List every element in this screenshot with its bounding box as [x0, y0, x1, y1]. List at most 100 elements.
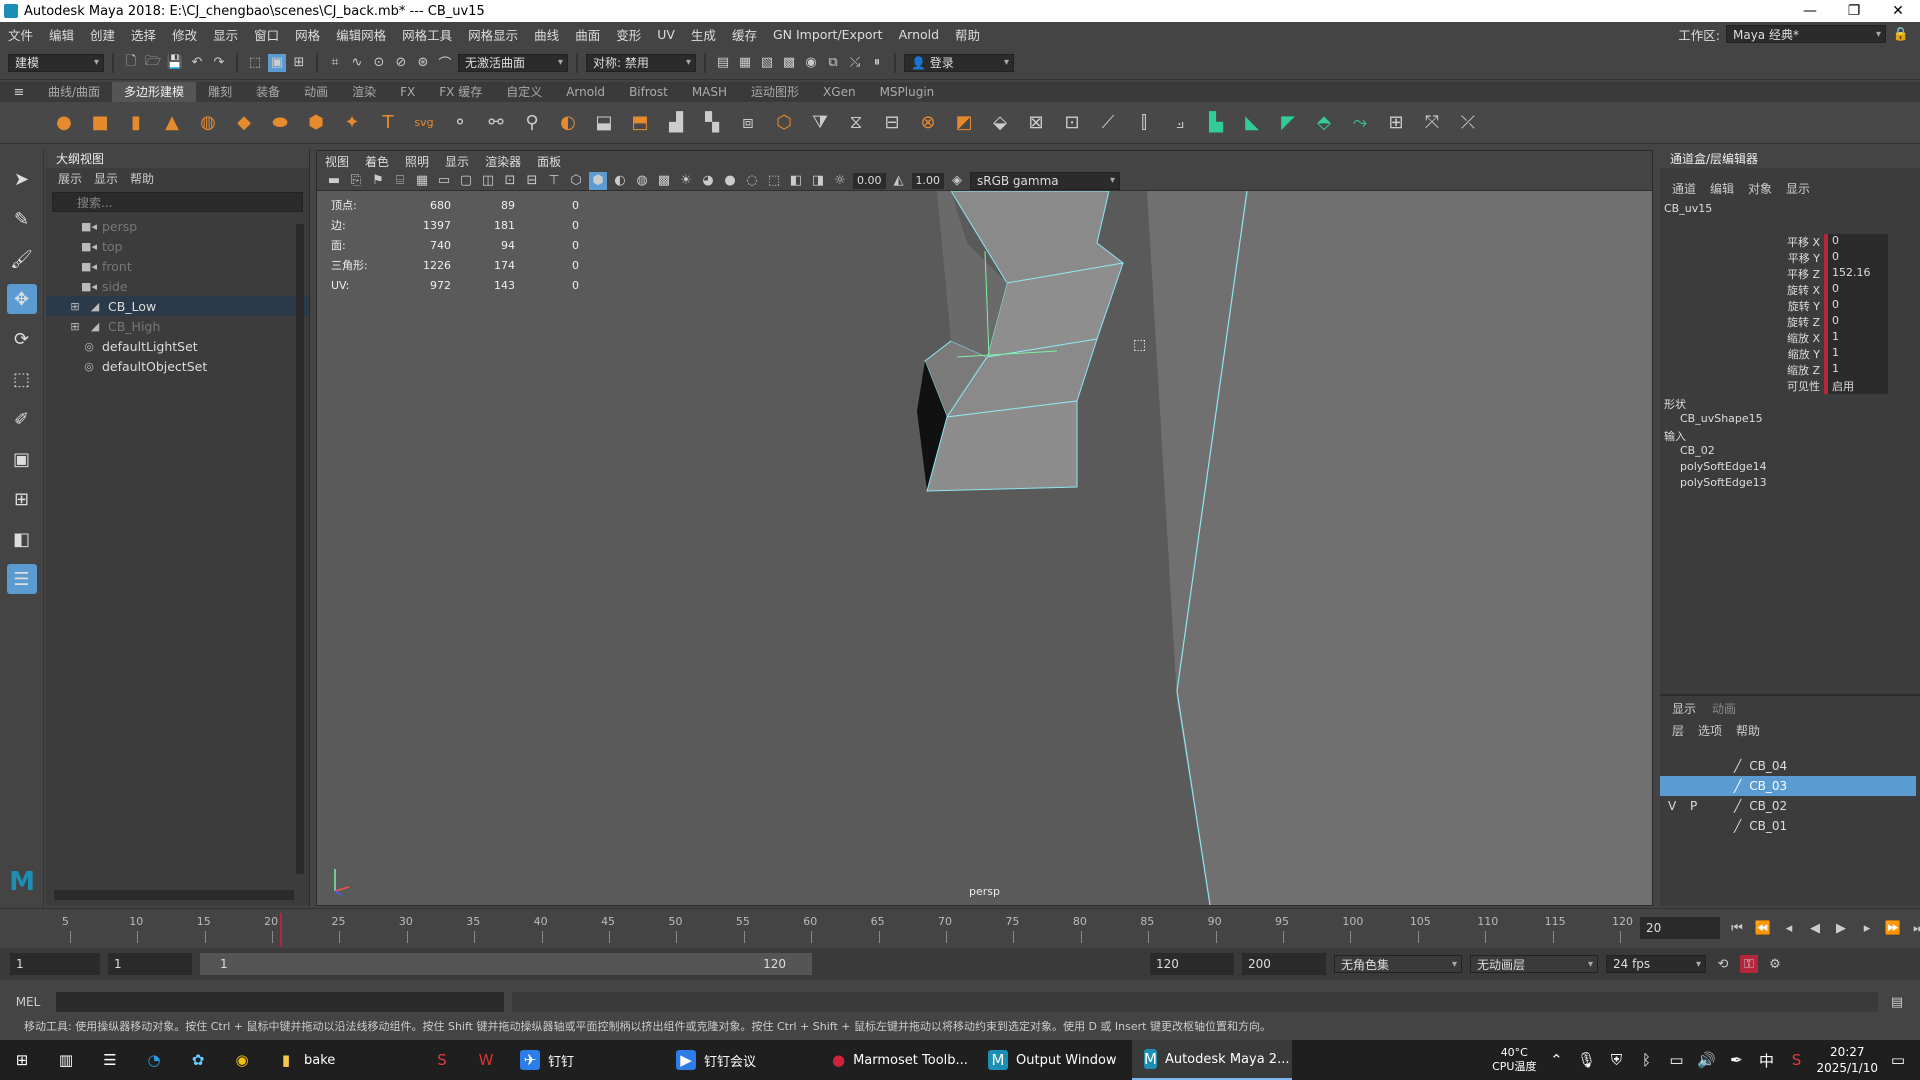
cb-menu-show[interactable]: 显示: [1786, 180, 1810, 197]
step-back-frame-icon[interactable]: ◂: [1780, 919, 1798, 937]
taskbar-task-s-app[interactable]: S: [420, 1040, 464, 1080]
menu-edit[interactable]: 编辑: [41, 25, 82, 44]
attr-translate-x[interactable]: 平移 X0: [1778, 234, 1888, 250]
separate-icon[interactable]: ⚲: [518, 109, 546, 137]
mel-input[interactable]: [56, 992, 504, 1012]
xray-joints-icon[interactable]: ◨: [809, 172, 827, 190]
camera-attr-icon[interactable]: ⎘: [347, 172, 365, 190]
select-object-icon[interactable]: ▣: [268, 53, 286, 72]
animation-end-field[interactable]: 200: [1242, 953, 1326, 975]
snap-grid-icon[interactable]: ⌗: [326, 54, 344, 72]
menu-edit-mesh[interactable]: 编辑网格: [328, 25, 394, 44]
vp-menu-view[interactable]: 视图: [325, 153, 349, 170]
shelf-options-icon[interactable]: ≡: [10, 83, 28, 101]
vp-menu-shading[interactable]: 着色: [365, 153, 389, 170]
outliner-item-cb-high[interactable]: ⊞ ◢ CB_High: [46, 316, 309, 336]
attr-scale-z[interactable]: 缩放 Z1: [1778, 362, 1888, 378]
attr-rotate-x[interactable]: 旋转 X0: [1778, 282, 1888, 298]
ipr-render-icon[interactable]: ▧: [758, 54, 776, 72]
cb-input-item[interactable]: polySoftEdge13: [1680, 476, 1767, 489]
viewport-persp[interactable]: 视图 着色 照明 显示 渲染器 面板 ▬ ⎘ ⚑ ⌸ ▦ ▭ ▢ ◫ ⊡ ⊟ ⊤…: [316, 150, 1653, 906]
field-chart-icon[interactable]: ⊡: [501, 172, 519, 190]
motion-blur-icon[interactable]: ◌: [743, 172, 761, 190]
exposure-field[interactable]: 0.00: [853, 172, 886, 189]
layer-edit-icon[interactable]: ╱: [1734, 779, 1741, 793]
bridge-icon[interactable]: ⬒: [626, 109, 654, 137]
redo-icon[interactable]: ↷: [210, 54, 228, 72]
undo-icon[interactable]: ↶: [188, 54, 206, 72]
smooth-icon[interactable]: ◐: [554, 109, 582, 137]
layer-row-cb02[interactable]: V P ╱ CB_02: [1660, 796, 1916, 816]
taskbar-edge-button[interactable]: ◔: [132, 1040, 176, 1080]
network-icon[interactable]: ▭: [1666, 1050, 1686, 1070]
taskbar-photos-button[interactable]: ✿: [176, 1040, 220, 1080]
append-icon[interactable]: ⧈: [734, 109, 762, 137]
attr-translate-z[interactable]: 平移 Z 152.16: [1778, 266, 1888, 282]
attr-rotate-z[interactable]: 旋转 Z0: [1778, 314, 1888, 330]
menu-display[interactable]: 显示: [205, 25, 246, 44]
persp-outliner-layout-icon[interactable]: ◧: [7, 524, 37, 554]
live-surface-field[interactable]: 无激活曲面: [458, 53, 568, 72]
snap-magnet-icon[interactable]: ⌒: [436, 54, 454, 72]
cb-menu-channels[interactable]: 通道: [1672, 180, 1696, 197]
isolate-select-icon[interactable]: ⬚: [765, 172, 783, 190]
loop-icon[interactable]: ⟲: [1714, 955, 1732, 973]
uv-checker-icon[interactable]: ⊞: [1382, 109, 1410, 137]
lasso-tool-icon[interactable]: ✎: [7, 204, 37, 234]
paint-select-icon[interactable]: 🖌: [7, 244, 37, 274]
camera-select-icon[interactable]: ▬: [325, 172, 343, 190]
shadows-icon[interactable]: ◕: [699, 172, 717, 190]
anim-layer-dropdown[interactable]: 无动画层: [1470, 955, 1598, 973]
gamma-field[interactable]: 1.00: [911, 172, 944, 189]
menu-generate[interactable]: 生成: [683, 25, 724, 44]
taskbar-task-bake[interactable]: ▮ bake: [264, 1040, 420, 1080]
poly-disc-icon[interactable]: ⬬: [266, 109, 294, 137]
step-back-key-icon[interactable]: ⏪: [1754, 919, 1772, 937]
shelf-tab-fx-caching[interactable]: FX 缓存: [427, 82, 494, 102]
taskbar-task-maya[interactable]: M Autodesk Maya 2...: [1132, 1040, 1292, 1080]
shelf-tab-arnold[interactable]: Arnold: [554, 82, 617, 102]
outliner-menu-display[interactable]: 显示: [94, 170, 118, 187]
vp-menu-show[interactable]: 显示: [445, 153, 469, 170]
pause-icon[interactable]: ⏸: [868, 54, 886, 72]
xray-icon[interactable]: ◧: [787, 172, 805, 190]
notification-icon[interactable]: ▭: [1888, 1050, 1908, 1070]
sculpt-tool-icon[interactable]: ⚬: [446, 109, 474, 137]
shelf-tab-rigging[interactable]: 装备: [244, 82, 292, 102]
grid-icon[interactable]: ▦: [413, 172, 431, 190]
wireframe-icon[interactable]: ⬡: [567, 172, 585, 190]
scale-tool-icon[interactable]: ⬚: [7, 364, 37, 394]
rotate-tool-icon[interactable]: ⟳: [7, 324, 37, 354]
shield-icon[interactable]: ⛨: [1606, 1050, 1626, 1070]
single-perspective-layout-icon[interactable]: ▣: [7, 444, 37, 474]
render-view-icon[interactable]: ▤: [714, 54, 732, 72]
step-forward-key-icon[interactable]: ⏩: [1884, 919, 1902, 937]
fill-hole-icon[interactable]: ⬡: [770, 109, 798, 137]
shelf-tab-rendering[interactable]: 渲染: [340, 82, 388, 102]
film-gate-icon[interactable]: ▭: [435, 172, 453, 190]
poly-cone-icon[interactable]: ▲: [158, 109, 186, 137]
cb-menu-edit[interactable]: 编辑: [1710, 180, 1734, 197]
sogou-icon[interactable]: S: [1786, 1050, 1806, 1070]
save-scene-icon[interactable]: 💾: [166, 54, 184, 72]
uv-sew-icon[interactable]: ◤: [1274, 109, 1302, 137]
multi-cut-icon[interactable]: ⊗: [914, 109, 942, 137]
vp-menu-renderer[interactable]: 渲染器: [485, 153, 521, 170]
textured-icon[interactable]: ▩: [655, 172, 673, 190]
layer-edit-icon[interactable]: ╱: [1734, 759, 1741, 773]
layer-menu-layers[interactable]: 层: [1672, 722, 1684, 739]
go-to-end-icon[interactable]: ⏭: [1910, 919, 1920, 937]
ime-indicator[interactable]: 中: [1756, 1050, 1776, 1070]
taskbar-task-dingtalk[interactable]: ✈ 钉钉: [508, 1040, 664, 1080]
outliner-menu-show[interactable]: 展示: [58, 170, 82, 187]
last-tool-icon[interactable]: ✐: [7, 404, 37, 434]
cb-input-item[interactable]: CB_02: [1680, 444, 1715, 457]
playback-start-field[interactable]: 1: [108, 953, 192, 975]
uv-cut-icon[interactable]: ◣: [1238, 109, 1266, 137]
soft-edge-icon[interactable]: ⟋: [1094, 109, 1122, 137]
layer-row-cb01[interactable]: ╱ CB_01: [1660, 816, 1916, 836]
taskbar-task-meeting[interactable]: ▶ 钉钉会议: [664, 1040, 820, 1080]
default-material-icon[interactable]: ◐: [611, 172, 629, 190]
shelf-tab-xgen[interactable]: XGen: [811, 82, 868, 102]
task-view-button[interactable]: ▥: [44, 1040, 88, 1080]
